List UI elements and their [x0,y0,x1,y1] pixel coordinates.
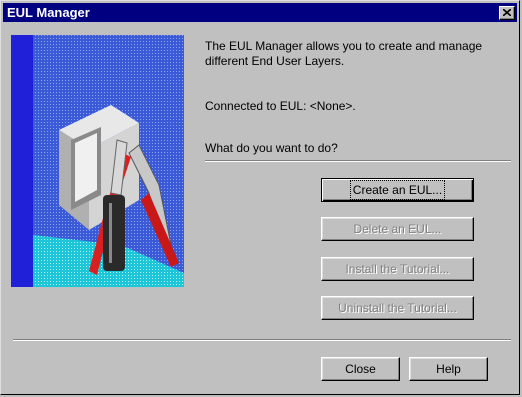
question-label: What do you want to do? [205,141,338,155]
install-tutorial-button[interactable]: Install the Tutorial... [321,257,474,281]
delete-eul-button[interactable]: Delete an EUL... [321,217,474,241]
close-icon [503,9,511,16]
create-eul-button[interactable]: Create an EUL... [321,178,474,202]
install-tutorial-label: Install the Tutorial... [345,262,450,276]
uninstall-tutorial-button[interactable]: Uninstall the Tutorial... [321,296,474,320]
connected-status: Connected to EUL: <None>. [205,99,356,113]
description-text: The EUL Manager allows you to create and… [205,39,483,68]
create-eul-label: Create an EUL... [349,180,446,200]
close-button[interactable]: Close [321,357,400,381]
delete-eul-label: Delete an EUL... [353,222,442,236]
eul-manager-dialog: EUL Manager The EUL Manager allows you t… [0,0,520,395]
uninstall-tutorial-label: Uninstall the Tutorial... [338,301,457,315]
divider [205,160,511,162]
help-label: Help [436,362,461,376]
help-button[interactable]: Help [409,357,488,381]
close-label: Close [345,362,376,376]
eul-illustration [11,35,184,287]
title-bar[interactable]: EUL Manager [3,3,517,22]
close-window-button[interactable] [499,5,515,20]
window-title: EUL Manager [7,5,90,20]
divider [13,339,511,341]
